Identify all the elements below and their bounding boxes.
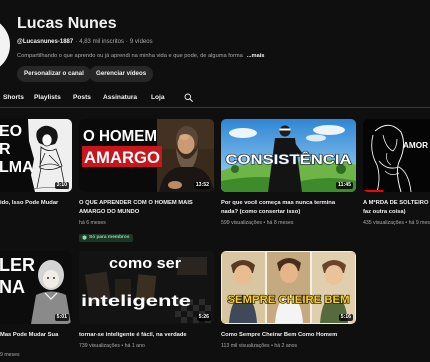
video-thumbnail[interactable]: SEMPRE CHEIRE BEM 5:16 [221,251,356,324]
subscriber-count: 4,83 mil inscritos [79,39,124,45]
tab-posts[interactable]: Posts [73,93,91,102]
video-info: tornar-se inteligente é fácil, na verdad… [79,331,214,350]
video-thumbnail[interactable]: AMOR [363,119,430,192]
thumbnail-text: CONSISTÊNCIA [226,150,352,167]
video-card[interactable]: O HOMEM AMARGO 13:52 O QUE APRENDER COM … [79,119,214,245]
video-thumbnail[interactable]: como ser inteligente 5:26 [79,251,214,324]
video-title[interactable]: Por que você começa mas nunca termina [221,199,356,208]
tab-shorts[interactable]: Shorts [3,93,24,102]
video-info: A M*RDA DE SOLTEIRO (O faz outra coisa) … [363,199,430,227]
thumbnail-text: SEMPRE CHEIRE BEM [228,294,350,306]
thumbnail-text: como ser [109,255,181,272]
video-meta: 599 visualizações • há 8 meses [221,220,294,226]
thumbnail-artwork: como ser inteligente [79,251,214,324]
channel-avatar[interactable] [0,17,10,73]
separator: · [75,39,78,45]
duration-badge: 11:45 [336,182,353,189]
video-title[interactable]: A M*RDA DE SOLTEIRO (O [363,199,430,208]
duration-badge: 5:16 [338,314,353,321]
thumbnail-text: R [0,141,11,158]
channel-handle: @Lucasnunes-1887 [17,39,74,45]
channel-meta: @Lucasnunes-1887 · 4,83 mil inscritos · 9 ví… [17,38,153,46]
thumbnail-text: AMARGO [84,148,160,167]
duration-badge: 5:01 [54,314,69,321]
video-card[interactable]: CONSISTÊNCIA 11:45 Por que você começa m… [221,119,356,227]
video-meta: 113 mil visualizações • há 2 anos [221,343,298,349]
thumbnail-artwork: O HOMEM AMARGO [79,119,214,192]
video-card[interactable]: LER NA 5:01 Mas Pode Mudar Sua 9 meses [0,251,72,359]
video-thumbnail[interactable]: CONSISTÊNCIA 11:45 [221,119,356,192]
video-info: Como Sempre Cheirar Bem Como Homem 113 m… [221,331,356,350]
video-info: O QUE APRENDER COM O HOMEM MAIS AMARGO D… [79,199,214,245]
thumbnail-text: AMOR [403,141,428,150]
video-info: Por que você começa mas nunca termina na… [221,199,356,227]
line-drawing-artwork [363,119,430,192]
tab-assinatura[interactable]: Assinatura [103,93,137,102]
customize-channel-button[interactable]: Personalizar o canal [17,66,91,82]
description-more-link[interactable]: ...mais [247,53,265,59]
video-meta: 9 meses [0,352,20,358]
video-meta: há 6 meses [79,220,106,226]
thumbnail-artwork: AMOR [363,119,430,192]
video-info: Mas Pode Mudar Sua 9 meses [0,331,72,359]
video-thumbnail[interactable]: O HOMEM AMARGO 13:52 [79,119,214,192]
avatar[interactable] [0,17,10,73]
duration-badge: 3:10 [54,182,69,189]
thumbnail-text: O HOMEM [83,128,157,145]
video-count: 9 vídeos [129,39,153,45]
video-meta: 435 visualizações • há 9 meses [363,220,430,226]
badge-label: Só para membros [89,235,130,240]
thumbnail-text: inteligente [81,293,191,310]
membership-icon [82,235,87,240]
tabs-divider [0,107,430,108]
channel-name: Lucas Nunes [17,15,117,32]
duration-badge: 5:26 [196,314,211,321]
manage-videos-button[interactable]: Gerenciar vídeos [89,66,154,82]
video-meta: 739 visualizações • há 1 ano [79,343,145,349]
video-card[interactable]: como ser inteligente 5:26 tornar-se inte… [79,251,214,350]
thumbnail-artwork: SEMPRE CHEIRE BEM [221,251,356,324]
video-title[interactable]: tornar-se inteligente é fácil, na verdad… [79,331,214,340]
video-info: ido, Isso Pode Mudar [0,199,72,208]
video-card[interactable]: SEMPRE CHEIRE BEM 5:16 Como Sempre Cheir… [221,251,356,350]
thumbnail-text: LMA [0,159,34,176]
thumbnail-artwork: CONSISTÊNCIA [221,119,356,192]
video-title[interactable]: ido, Isso Pode Mudar [0,199,72,208]
description-text: Compartilhando o que aprendo ou já apren… [17,53,243,59]
video-title[interactable]: AMARGO DO MUNDO [79,208,214,217]
members-only-badge: Só para membros [79,233,133,242]
thumbnail-text: EO [0,123,22,140]
video-title[interactable]: Como Sempre Cheirar Bem Como Homem [221,331,356,340]
thumbnail-text: NA [0,277,25,297]
tab-playlists[interactable]: Playlists [34,93,61,102]
video-title[interactable]: faz outra coisa) [363,208,430,217]
separator: · [125,39,128,45]
channel-description[interactable]: Compartilhando o que aprendo ou já apren… [17,53,264,60]
video-thumbnail[interactable]: LER NA 5:01 [0,251,72,324]
video-title[interactable]: O QUE APRENDER COM O HOMEM MAIS [79,199,214,208]
search-icon[interactable] [184,93,193,102]
comic-panels-artwork [221,251,356,324]
video-title[interactable]: Mas Pode Mudar Sua [0,331,72,340]
tab-loja[interactable]: Loja [151,93,165,102]
video-thumbnail[interactable]: EO R LMA 3:10 [0,119,72,192]
video-card[interactable]: EO R LMA 3:10 ido, Isso Pode Mudar [0,119,72,208]
video-title[interactable]: nada? (como consertar isso) [221,208,356,217]
duration-badge: 13:52 [193,182,211,189]
video-card[interactable]: AMOR A M*RDA DE SOLTEIRO (O faz outra co… [363,119,430,227]
thumbnail-text: LER [0,255,35,275]
watch-progress-bar [363,190,384,192]
